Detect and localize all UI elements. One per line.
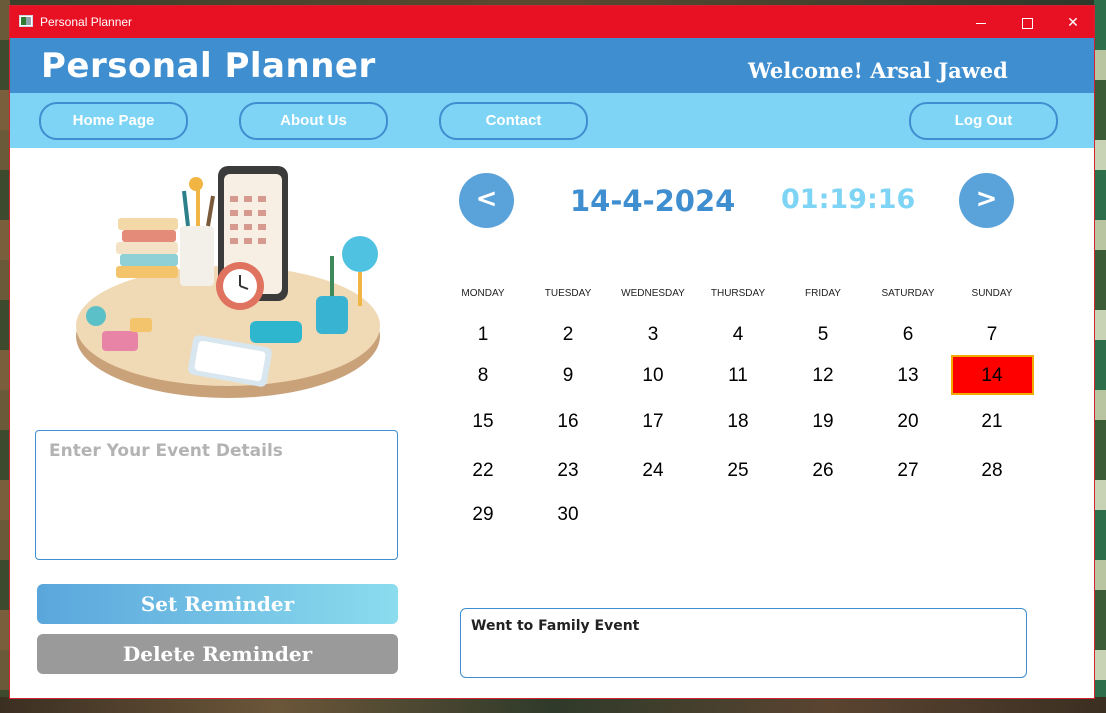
event-note-display[interactable]: Went to Family Event	[460, 608, 1027, 678]
calendar-day[interactable]: 10	[611, 365, 695, 387]
app-icon	[19, 15, 33, 27]
title-bar[interactable]: Personal Planner ✕	[10, 6, 1094, 38]
set-reminder-button[interactable]: Set Reminder	[37, 584, 398, 624]
calendar-day[interactable]: 5	[781, 324, 865, 346]
calendar-day[interactable]: 20	[866, 411, 950, 433]
calendar-day[interactable]: 2	[526, 324, 610, 346]
current-date: 14-4-2024	[570, 184, 736, 218]
calendar-day[interactable]: 16	[526, 411, 610, 433]
log-out-button[interactable]: Log Out	[909, 102, 1058, 140]
app-header: Personal Planner Welcome! Arsal Jawed	[10, 38, 1094, 93]
calendar-day[interactable]: 3	[611, 324, 695, 346]
calendar-day[interactable]: 4	[696, 324, 780, 346]
previous-month-button[interactable]: <	[459, 173, 514, 228]
calendar-day[interactable]: 23	[526, 460, 610, 482]
calendar-day[interactable]: 17	[611, 411, 695, 433]
desktop-background-right	[1094, 0, 1106, 713]
weekday-wednesday: WEDNESDAY	[621, 288, 685, 299]
app-title: Personal Planner	[41, 46, 376, 86]
calendar-day[interactable]: 19	[781, 411, 865, 433]
calendar-day[interactable]: 30	[526, 504, 610, 526]
home-page-button[interactable]: Home Page	[39, 102, 188, 140]
weekday-monday: MONDAY	[461, 288, 505, 299]
minimize-button[interactable]	[958, 6, 1004, 38]
minimize-icon	[976, 22, 986, 24]
calendar-day[interactable]: 12	[781, 365, 865, 387]
calendar-day[interactable]: 26	[781, 460, 865, 482]
app-window: Personal Planner ✕ Personal Planner Welc…	[9, 5, 1095, 699]
weekday-thursday: THURSDAY	[710, 288, 766, 299]
calendar-day[interactable]: 8	[441, 365, 525, 387]
desktop-background-bottom	[0, 697, 1106, 713]
close-button[interactable]: ✕	[1050, 6, 1094, 38]
calendar-day[interactable]: 6	[866, 324, 950, 346]
nav-bar: Home Page About Us Contact Log Out	[10, 93, 1094, 148]
maximize-button[interactable]	[1004, 6, 1050, 38]
calendar-day[interactable]: 24	[611, 460, 695, 482]
close-icon: ✕	[1067, 14, 1079, 30]
calendar-day[interactable]: 28	[950, 460, 1034, 482]
weekday-saturday: SATURDAY	[881, 288, 935, 299]
calendar-day[interactable]: 11	[696, 365, 780, 387]
calendar-day[interactable]: 22	[441, 460, 525, 482]
calendar-day[interactable]: 21	[950, 411, 1034, 433]
planner-illustration	[76, 166, 380, 398]
calendar-day[interactable]: 25	[696, 460, 780, 482]
current-time: 01:19:16	[781, 184, 916, 215]
weekday-sunday: SUNDAY	[971, 288, 1013, 299]
event-details-input[interactable]	[35, 430, 398, 560]
welcome-message: Welcome! Arsal Jawed	[748, 58, 1008, 83]
next-month-button[interactable]: >	[959, 173, 1014, 228]
calendar-day[interactable]: 15	[441, 411, 525, 433]
contact-button[interactable]: Contact	[439, 102, 588, 140]
calendar-day[interactable]: 18	[696, 411, 780, 433]
about-us-button[interactable]: About Us	[239, 102, 388, 140]
calendar-day[interactable]: 13	[866, 365, 950, 387]
weekday-friday: FRIDAY	[805, 288, 841, 299]
calendar-day[interactable]: 29	[441, 504, 525, 526]
calendar-day[interactable]: 9	[526, 365, 610, 387]
delete-reminder-button[interactable]: Delete Reminder	[37, 634, 398, 674]
calendar-day[interactable]: 27	[866, 460, 950, 482]
calendar-day[interactable]: 1	[441, 324, 525, 346]
maximize-icon	[1021, 17, 1033, 29]
window-title: Personal Planner	[40, 15, 133, 29]
weekday-tuesday: TUESDAY	[544, 288, 592, 299]
calendar-day[interactable]: 7	[950, 324, 1034, 346]
calendar-day-selected[interactable]: 14	[950, 365, 1034, 387]
